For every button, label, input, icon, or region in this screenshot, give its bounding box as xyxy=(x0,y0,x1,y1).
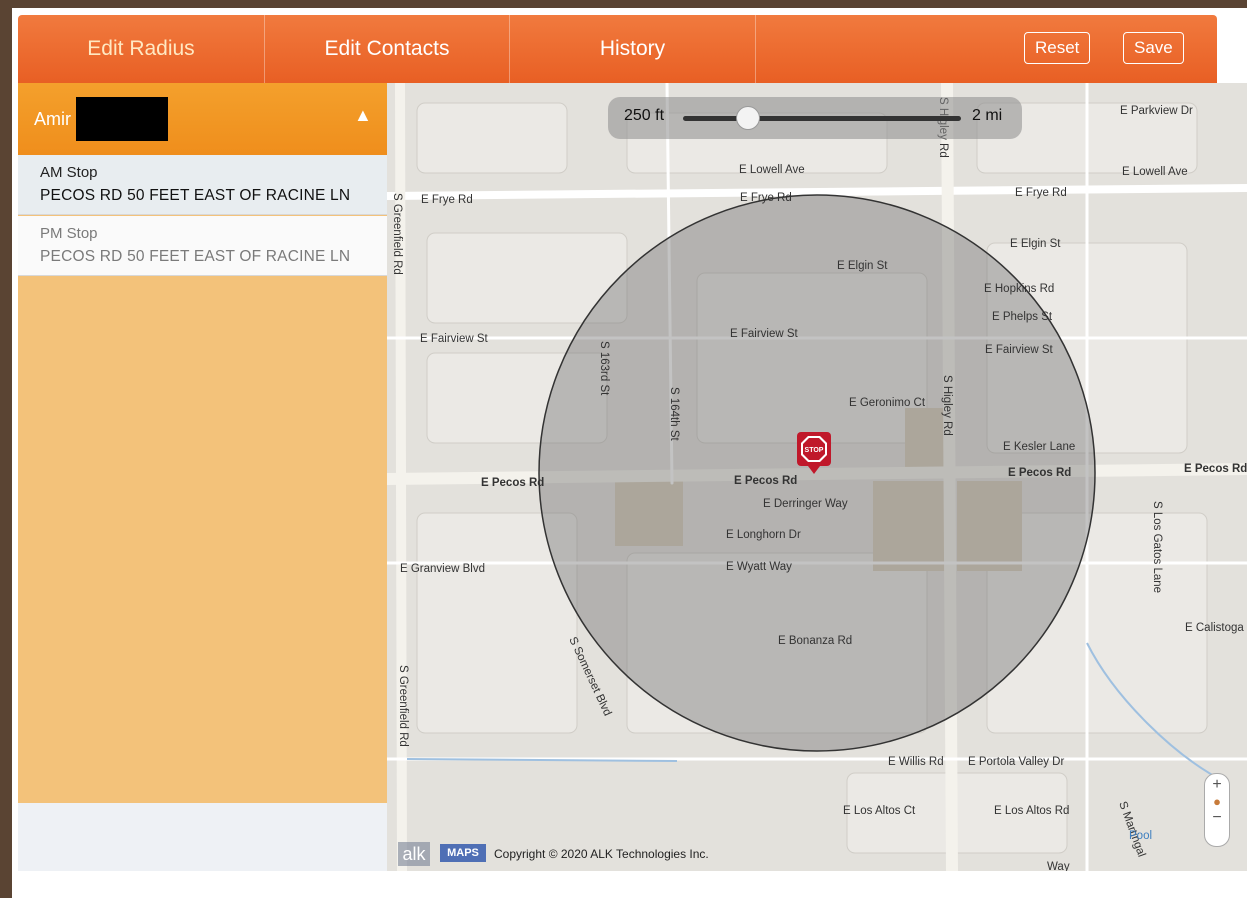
chevron-up-icon[interactable]: ▲ xyxy=(354,105,372,126)
street-label: E Kesler Lane xyxy=(1003,441,1075,453)
zoom-out-icon[interactable]: − xyxy=(1205,809,1229,827)
street-label: S 163rd St xyxy=(598,341,610,396)
street-label: S Higley Rd xyxy=(941,375,953,436)
street-label: Way xyxy=(1047,861,1070,871)
slider-min-label: 250 ft xyxy=(624,107,665,124)
tab-history[interactable]: History xyxy=(510,15,756,83)
street-label: E Los Altos Rd xyxy=(994,805,1069,817)
street-label: E Derringer Way xyxy=(763,498,848,510)
alk-logo: alk xyxy=(398,842,430,866)
stop-type: AM Stop xyxy=(40,164,98,181)
rider-header[interactable]: Amir ▲ xyxy=(18,83,387,155)
stops-sidebar: Amir ▲ AM Stop PECOS RD 50 FEET EAST OF … xyxy=(18,83,387,803)
save-button[interactable]: Save xyxy=(1123,32,1184,64)
street-label: E Calistoga xyxy=(1185,622,1244,634)
street-label: E Wyatt Way xyxy=(726,561,792,573)
slider-thumb[interactable] xyxy=(736,106,760,130)
street-label: E Frye Rd xyxy=(1015,187,1067,199)
street-label: E Frye Rd xyxy=(421,194,473,206)
street-label: S Greenfield Rd xyxy=(391,193,403,275)
maps-badge: MAPS xyxy=(440,844,486,862)
street-label: E Pecos Rd xyxy=(481,477,544,489)
street-label: E Fairview St xyxy=(420,333,489,345)
street-label: S 164th St xyxy=(668,387,680,442)
stop-item-am[interactable]: AM Stop PECOS RD 50 FEET EAST OF RACINE … xyxy=(18,155,387,215)
street-label: E Bonanza Rd xyxy=(778,635,852,647)
street-label: E Granview Blvd xyxy=(400,563,485,575)
street-label: E Elgin St xyxy=(1010,238,1061,250)
street-label: E Portola Valley Dr xyxy=(968,756,1064,768)
street-label: E Los Altos Ct xyxy=(843,805,916,817)
map-canvas: E Parkview Dr E Lowell Ave E Lowell Ave … xyxy=(387,83,1247,871)
redacted-name-block xyxy=(76,97,168,141)
slider-max-label: 2 mi xyxy=(972,107,1003,124)
street-label: E Frye Rd xyxy=(740,192,792,204)
radius-slider[interactable]: 250 ft 2 mi xyxy=(608,97,1022,139)
zoom-control: + ● − xyxy=(1204,773,1230,847)
zoom-in-icon[interactable]: + xyxy=(1205,776,1229,794)
stop-item-pm[interactable]: PM Stop PECOS RD 50 FEET EAST OF RACINE … xyxy=(18,216,387,276)
decorative-pattern xyxy=(18,803,387,871)
top-toolbar: Edit Radius Edit Contacts History Reset … xyxy=(18,15,1217,83)
street-label: E Hopkins Rd xyxy=(984,283,1054,295)
copyright-text: Copyright © 2020 ALK Technologies Inc. xyxy=(494,847,709,861)
street-label: E Pecos Rd xyxy=(1184,463,1247,475)
street-label: E Geronimo Ct xyxy=(849,397,926,409)
stop-address: PECOS RD 50 FEET EAST OF RACINE LN xyxy=(40,187,351,204)
street-label: E Longhorn Dr xyxy=(726,529,801,541)
rider-name: Amir xyxy=(34,109,71,129)
street-label: Pool xyxy=(1129,830,1152,842)
reset-button[interactable]: Reset xyxy=(1024,32,1091,64)
person-icon[interactable]: ● xyxy=(1205,794,1229,809)
street-label: E Fairview St xyxy=(730,328,799,340)
street-label: E Pecos Rd xyxy=(734,475,797,487)
street-label: E Lowell Ave xyxy=(739,164,805,176)
stop-marker-label: STOP xyxy=(805,447,824,454)
tab-edit-radius[interactable]: Edit Radius xyxy=(18,15,265,83)
slider-track[interactable] xyxy=(683,116,961,121)
street-label: E Willis Rd xyxy=(888,756,944,768)
street-label: E Phelps St xyxy=(992,311,1053,323)
street-label: E Parkview Dr xyxy=(1120,105,1193,117)
stop-type: PM Stop xyxy=(40,225,98,242)
stop-address: PECOS RD 50 FEET EAST OF RACINE LN xyxy=(40,248,351,265)
street-label: S Los Gatos Lane xyxy=(1151,501,1163,593)
street-label: E Pecos Rd xyxy=(1008,467,1071,479)
tab-edit-contacts[interactable]: Edit Contacts xyxy=(265,15,510,83)
street-label: E Elgin St xyxy=(837,260,888,272)
street-label: S Greenfield Rd xyxy=(397,665,409,747)
street-label: E Lowell Ave xyxy=(1122,166,1188,178)
map-view[interactable]: E Parkview Dr E Lowell Ave E Lowell Ave … xyxy=(387,83,1247,871)
bottom-strip xyxy=(12,871,1247,898)
street-label: E Fairview St xyxy=(985,344,1054,356)
